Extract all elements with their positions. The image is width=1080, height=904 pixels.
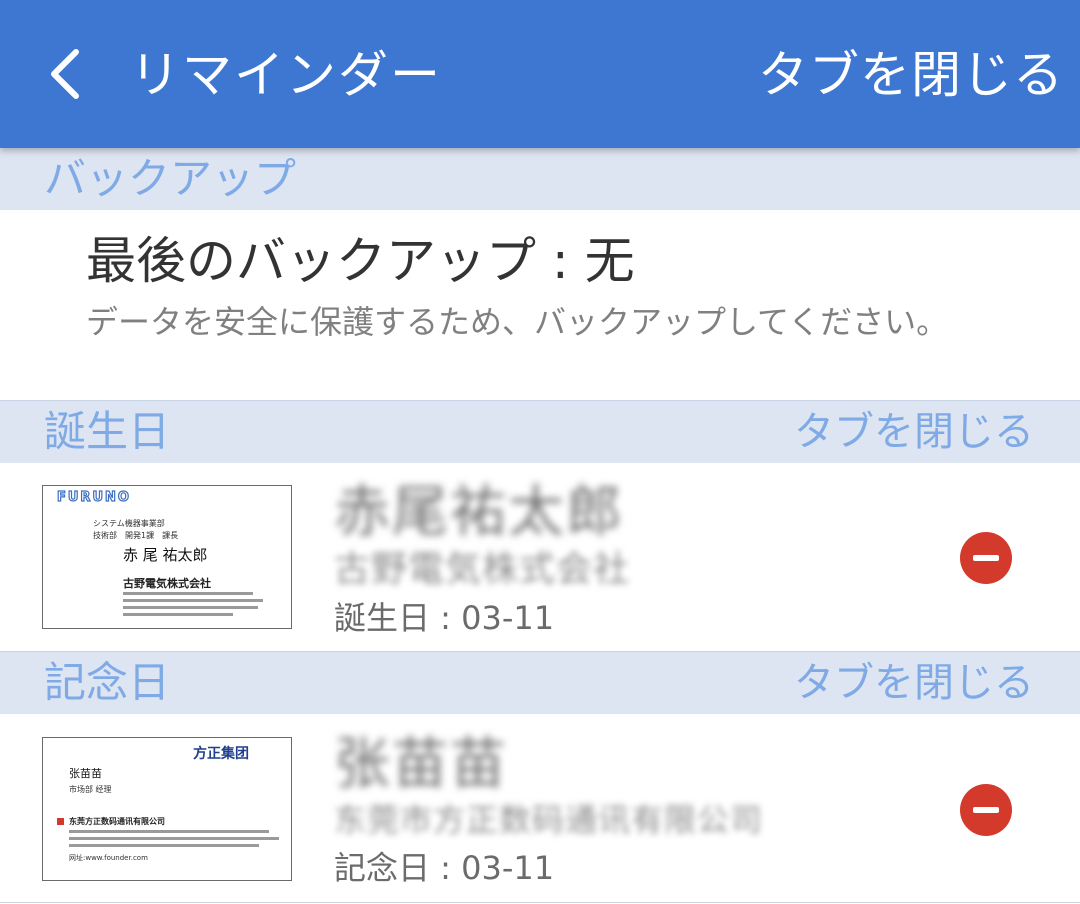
reminder-date: 記念日 : 03-11 [334,849,555,887]
card-address-line [123,599,263,602]
backup-section-header: バックアップ [0,148,1080,210]
card-address-line [69,844,259,847]
remove-icon[interactable] [960,532,1012,584]
card-logo-mark [57,818,64,825]
card-company: 古野電気株式会社 [123,577,211,590]
card-role: 技術部 開発1課 課長 [93,531,179,540]
card-name: 张苗苗 [69,767,102,780]
page-title: リマインダー [130,46,442,104]
contact-company: 古野電気株式会社 [334,549,631,590]
card-name: 赤 尾 祐太郎 [123,546,208,564]
anniversary-section-label: 記念日 [44,658,171,707]
card-address-line [69,830,269,833]
card-dept: システム機器事業部 [93,519,165,528]
contact-name: 张苗苗 [334,732,508,797]
divider [0,902,1080,903]
backup-section-label: バックアップ [44,154,297,203]
card-logo: 方正集团 [193,746,249,762]
back-chevron-icon[interactable] [44,48,86,100]
contact-company: 东莞市方正数码通讯有限公司 [334,801,764,839]
card-address-line [123,592,253,595]
card-logo: FURUNO [56,490,131,505]
last-backup-status: 最後のバックアップ : 无 [86,232,635,290]
app-bar: リマインダー タブを閉じる [0,0,1080,148]
contact-name: 赤尾祐太郎 [334,480,624,545]
card-address-line [69,837,279,840]
anniversary-close-tab-button[interactable]: タブを閉じる [794,654,1034,712]
remove-icon[interactable] [960,784,1012,836]
business-card-thumbnail[interactable]: FURUNO システム機器事業部 技術部 開発1課 課長 赤 尾 祐太郎 古野電… [42,485,292,629]
close-tab-button[interactable]: タブを閉じる [758,40,1064,110]
business-card-thumbnail[interactable]: 方正集团 张苗苗 市场部 经理 东莞方正数码通讯有限公司 网址:www.foun… [42,737,292,881]
anniversary-section-header: 記念日 タブを閉じる [0,652,1080,714]
card-address-line [123,613,233,616]
card-company: 东莞方正数码通讯有限公司 [69,817,165,826]
birthday-section-label: 誕生日 [44,407,171,456]
birthday-close-tab-button[interactable]: タブを閉じる [794,403,1034,461]
birthday-section-header: 誕生日 タブを閉じる [0,401,1080,463]
backup-description: データを安全に保護するため、バックアップしてください。 [86,303,949,341]
card-website: 网址:www.founder.com [69,854,148,862]
card-address-line [123,606,258,609]
reminder-date: 誕生日 : 03-11 [334,599,555,637]
card-role: 市场部 经理 [69,785,112,794]
